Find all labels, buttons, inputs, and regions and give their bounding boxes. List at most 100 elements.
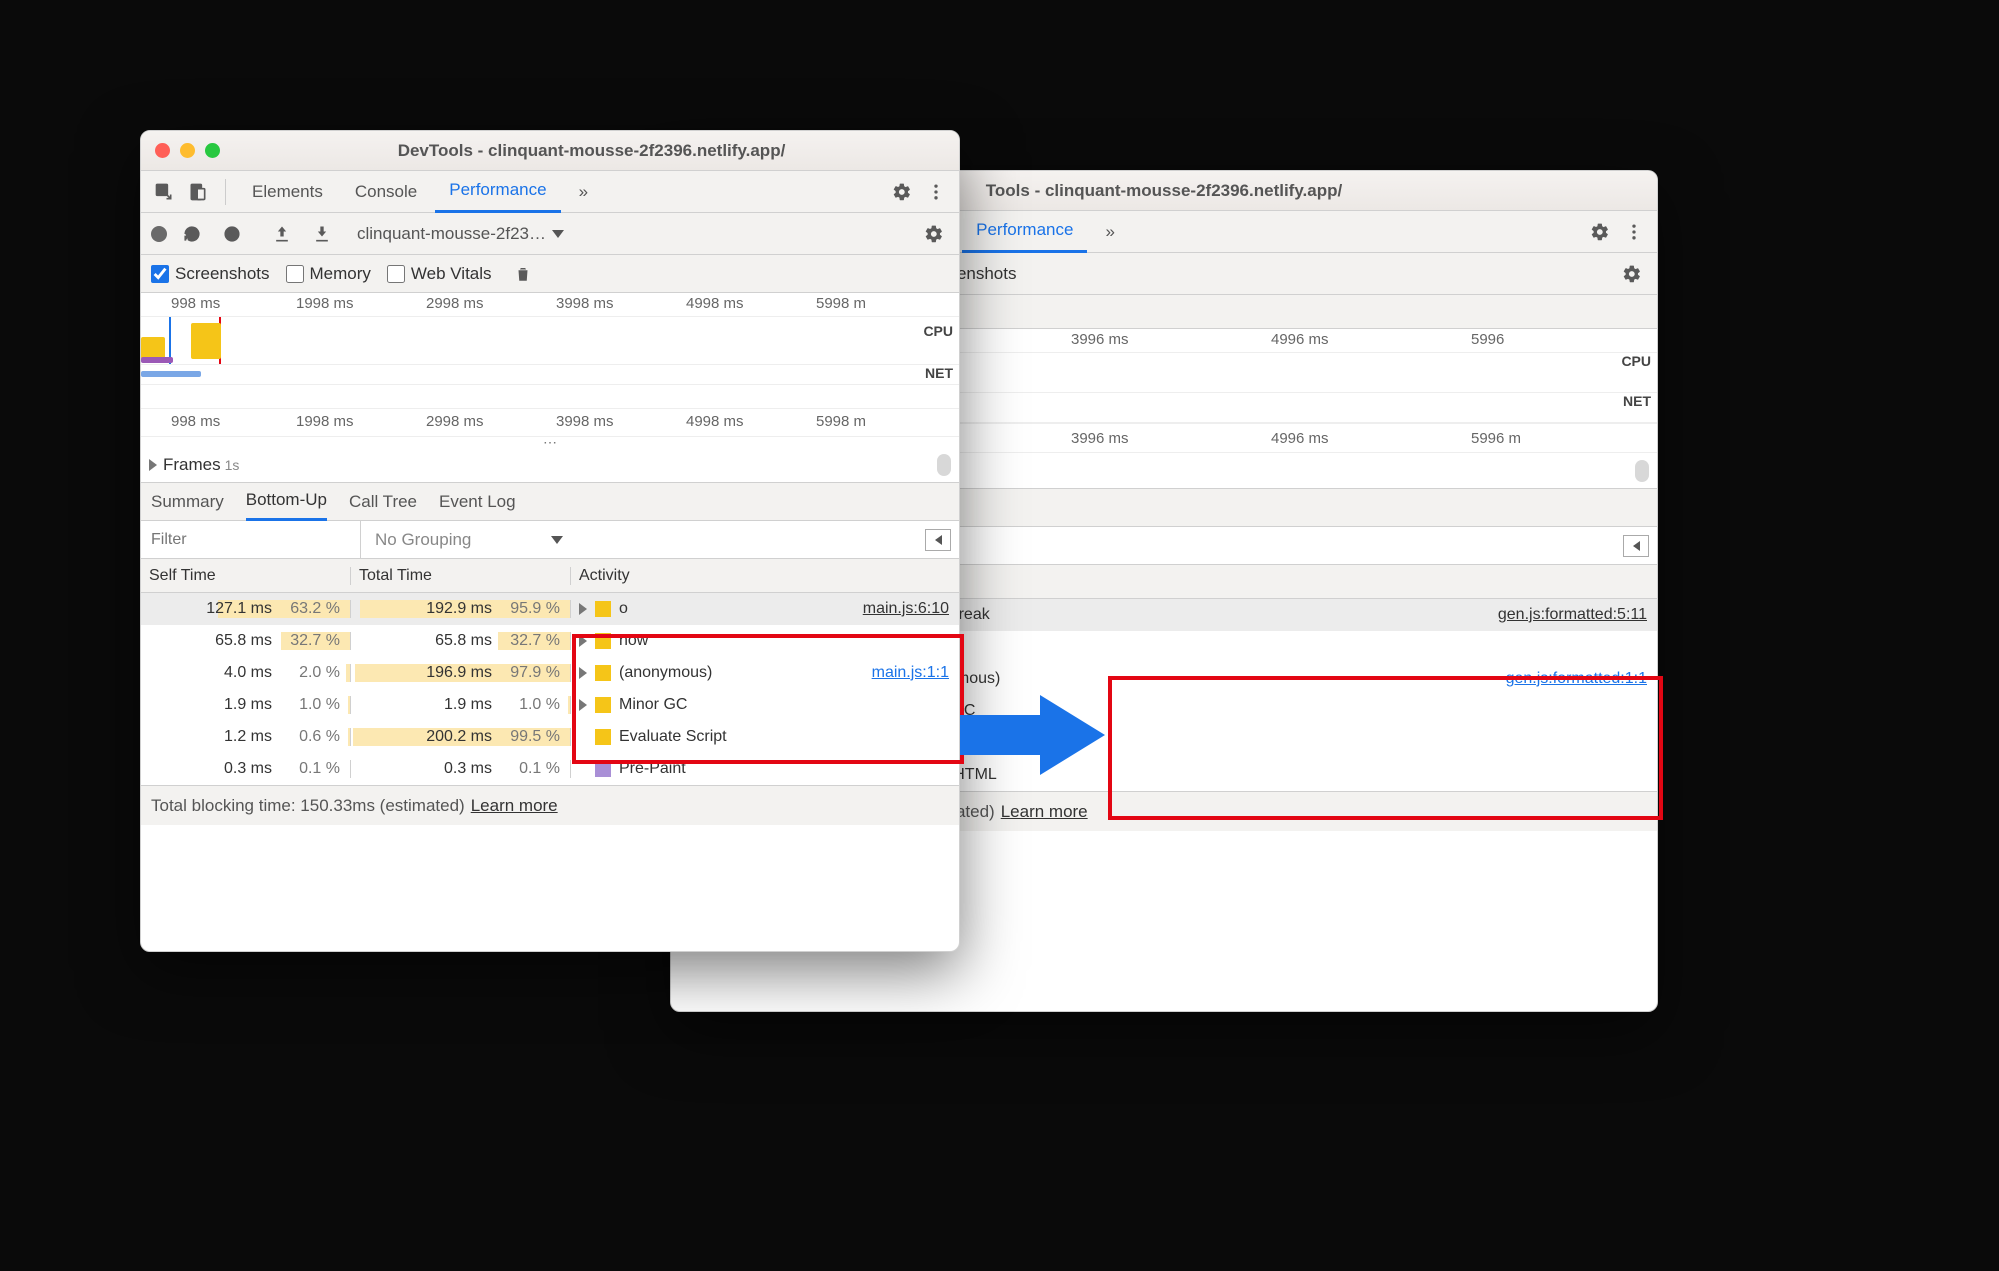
table-row[interactable]: 0.3 ms0.1 % 0.3 ms0.1 % Pre-Paint [141, 753, 959, 785]
expand-icon[interactable] [579, 635, 587, 647]
perf-subbar: clinquant-mousse-2f23… [141, 213, 959, 255]
ellipsis: ⋯ [141, 437, 959, 447]
frames-sub: 1s [225, 457, 240, 473]
chevron-down-icon [552, 230, 564, 238]
source-link[interactable]: gen.js:formatted:1:1 [1506, 670, 1647, 688]
col-selftime[interactable]: Self Time [141, 567, 351, 585]
activity-name: Minor GC [619, 696, 687, 714]
zoom-icon[interactable] [205, 143, 220, 158]
details-tabs: Summary Bottom-Up Call Tree Event Log [141, 483, 959, 521]
net-label: NET [1623, 393, 1651, 409]
memory-checkbox[interactable]: Memory [286, 264, 371, 284]
grouping-selector[interactable]: No Grouping [361, 530, 577, 550]
expand-icon[interactable] [579, 603, 587, 615]
reload-icon[interactable] [177, 219, 207, 249]
frames-row[interactable]: Frames 1s [141, 447, 959, 483]
source-link[interactable]: main.js:1:1 [872, 664, 949, 682]
table-row[interactable]: 4.0 ms2.0 % 196.9 ms97.9 % (anonymous) m… [141, 657, 959, 689]
flame-chip [141, 357, 173, 363]
cpu-label: CPU [923, 323, 953, 339]
source-link[interactable]: main.js:6:10 [863, 600, 949, 618]
webvitals-checkbox[interactable]: Web Vitals [387, 264, 492, 284]
inspect-icon[interactable] [149, 177, 179, 207]
tab-performance[interactable]: Performance [962, 211, 1087, 253]
script-icon [595, 601, 611, 617]
flame-chip [141, 337, 165, 359]
filter-row: No Grouping [141, 521, 959, 559]
nav-toolbar: Elements Console Performance » [141, 171, 959, 213]
script-icon [595, 761, 611, 777]
traffic-lights [155, 143, 220, 158]
tab-summary[interactable]: Summary [151, 492, 224, 512]
learn-more-link[interactable]: Learn more [471, 796, 558, 816]
blocking-time-text: Total blocking time: 150.33ms (estimated… [151, 796, 465, 816]
col-activity[interactable]: Activity [571, 567, 959, 585]
tab-console[interactable]: Console [341, 171, 431, 213]
script-icon [595, 697, 611, 713]
chevron-down-icon [551, 536, 563, 544]
bottomup-table: Self Time Total Time Activity 127.1 ms63… [141, 559, 959, 785]
collapse-pane-button[interactable] [1623, 535, 1649, 557]
tab-performance[interactable]: Performance [435, 171, 560, 213]
table-row[interactable]: 127.1 ms63.2 % 192.9 ms95.9 % o main.js:… [141, 593, 959, 625]
table-header: Self Time Total Time Activity [141, 559, 959, 593]
activity-name: now [619, 632, 648, 650]
table-row[interactable]: 1.9 ms1.0 % 1.9 ms1.0 % Minor GC [141, 689, 959, 721]
url-text: clinquant-mousse-2f23… [357, 224, 546, 244]
gear-icon[interactable] [1585, 217, 1615, 247]
scrollbar-handle[interactable] [1635, 460, 1649, 482]
timeline-ruler-bottom: 998 ms 1998 ms 2998 ms 3998 ms 4998 ms 5… [141, 409, 959, 437]
tab-calltree[interactable]: Call Tree [349, 492, 417, 512]
activity-name: o [619, 600, 628, 618]
learn-more-link[interactable]: Learn more [1001, 802, 1088, 822]
gear-icon[interactable] [887, 177, 917, 207]
device-toggle-icon[interactable] [183, 177, 213, 207]
timeline-overview[interactable]: 998 ms 1998 ms 2998 ms 3998 ms 4998 ms 5… [141, 293, 959, 447]
net-label: NET [925, 365, 953, 381]
script-icon [595, 729, 611, 745]
cpu-label: CPU [1621, 353, 1651, 369]
title-text: DevTools - clinquant-mousse-2f2396.netli… [238, 141, 945, 161]
titlebar[interactable]: DevTools - clinquant-mousse-2f2396.netli… [141, 131, 959, 171]
devtools-window-left: DevTools - clinquant-mousse-2f2396.netli… [140, 130, 960, 952]
screenshots-checkbox[interactable]: Screenshots [151, 264, 270, 284]
col-activity[interactable]: Activity [859, 573, 1657, 591]
kebab-icon[interactable] [1619, 217, 1649, 247]
timeline-cpu-track: CPU [141, 317, 959, 365]
collapse-pane-button[interactable] [925, 529, 951, 551]
frames-label: Frames [163, 455, 221, 475]
table-row[interactable]: 65.8 ms32.7 % 65.8 ms32.7 % now [141, 625, 959, 657]
minimize-icon[interactable] [180, 143, 195, 158]
tab-more[interactable]: » [1091, 211, 1128, 253]
activity-name: (anonymous) [619, 664, 712, 682]
arrow-icon [960, 690, 1110, 780]
tab-eventlog[interactable]: Event Log [439, 492, 516, 512]
record-button[interactable] [151, 226, 167, 242]
upload-icon[interactable] [267, 219, 297, 249]
gear-icon[interactable] [919, 219, 949, 249]
clear-icon[interactable] [217, 219, 247, 249]
expand-icon[interactable] [579, 699, 587, 711]
trash-icon[interactable] [508, 259, 538, 289]
flame-chip [191, 323, 221, 359]
tab-elements[interactable]: Elements [238, 171, 337, 213]
scrollbar-handle[interactable] [937, 454, 951, 476]
footer: Total blocking time: 150.33ms (estimated… [141, 785, 959, 825]
tab-more[interactable]: » [565, 171, 602, 213]
timeline-net-track: NET [141, 365, 959, 385]
filter-input[interactable] [141, 521, 361, 558]
expand-icon[interactable] [149, 459, 157, 471]
net-chip [141, 371, 201, 377]
kebab-icon[interactable] [921, 177, 951, 207]
tab-bottomup[interactable]: Bottom-Up [246, 483, 327, 521]
col-totaltime[interactable]: Total Time [351, 567, 571, 585]
source-link[interactable]: gen.js:formatted:5:11 [1498, 606, 1647, 624]
table-row[interactable]: 1.2 ms0.6 % 200.2 ms99.5 % Evaluate Scri… [141, 721, 959, 753]
script-icon [595, 633, 611, 649]
expand-icon[interactable] [579, 667, 587, 679]
gear-icon[interactable] [1617, 259, 1647, 289]
checks-row: Screenshots Memory Web Vitals [141, 255, 959, 293]
download-icon[interactable] [307, 219, 337, 249]
close-icon[interactable] [155, 143, 170, 158]
url-selector[interactable]: clinquant-mousse-2f23… [357, 224, 564, 244]
